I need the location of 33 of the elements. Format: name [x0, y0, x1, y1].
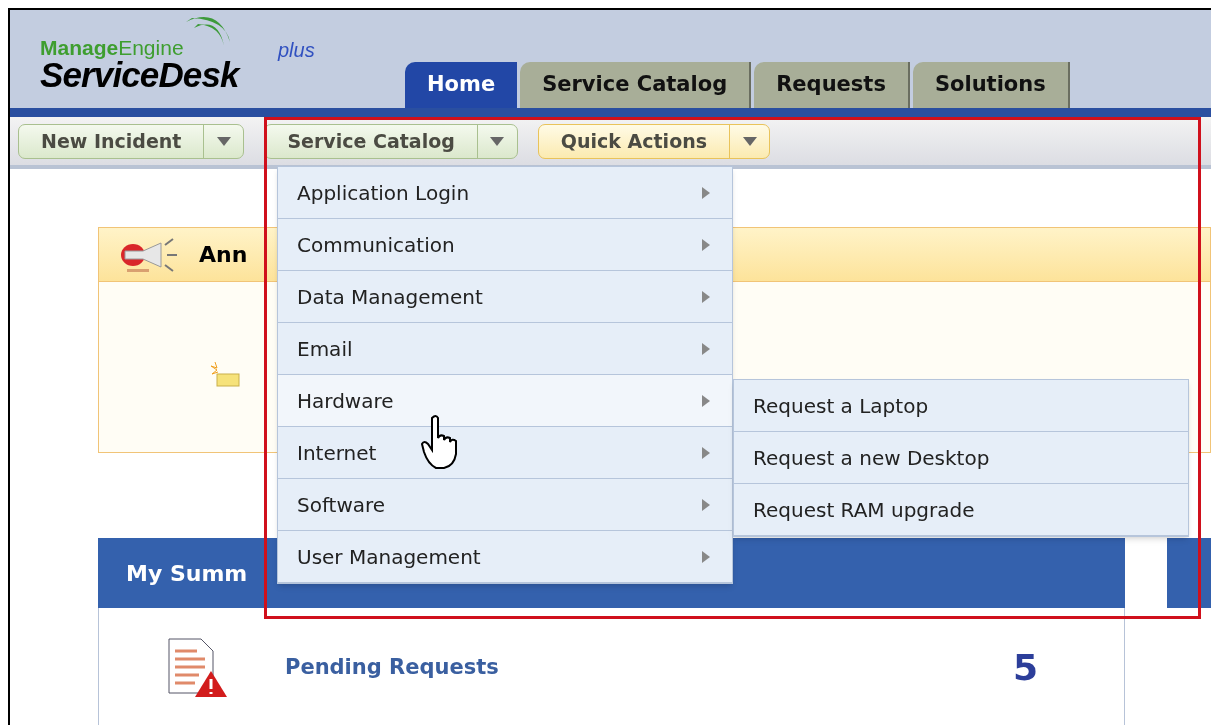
caret-icon: [490, 136, 505, 146]
menu-item[interactable]: Request RAM upgrade: [734, 484, 1188, 537]
brand-name: ManageEngine: [40, 37, 184, 58]
menu-item[interactable]: Request a Laptop: [734, 380, 1188, 433]
panel-header: [1167, 538, 1211, 608]
menu-item[interactable]: Communication: [278, 219, 732, 271]
submenu-arrow-icon: [702, 342, 710, 355]
submenu-arrow-icon: [702, 238, 710, 251]
nav-tab[interactable]: Requests: [754, 62, 910, 108]
nav-tab[interactable]: Service Catalog: [520, 62, 752, 108]
menu-item[interactable]: Software: [278, 479, 732, 531]
edition-label: plus: [278, 40, 315, 60]
submenu-arrow-icon: [702, 186, 710, 199]
panel-title: Ann: [199, 241, 248, 269]
submenu-arrow-icon: [702, 446, 710, 459]
caret-icon: [742, 136, 757, 146]
caret-icon: [216, 136, 231, 146]
submenu-arrow-icon: [702, 498, 710, 511]
submenu-arrow-icon: [702, 394, 710, 407]
nav-tab[interactable]: Solutions: [912, 62, 1070, 108]
menu-item[interactable]: Application Login: [278, 167, 732, 219]
count-value: 5: [1012, 646, 1038, 690]
menu-item[interactable]: Hardware: [278, 375, 732, 427]
menu-item[interactable]: Data Management: [278, 271, 732, 323]
submenu-arrow-icon: [702, 550, 710, 563]
submenu-arrow-icon: [702, 290, 710, 303]
panel-title: My Summ: [126, 559, 248, 588]
menu-item[interactable]: User Management: [278, 531, 732, 583]
menu-item[interactable]: Email: [278, 323, 732, 375]
summary-link[interactable]: Pending Requests: [285, 652, 499, 684]
menu-item[interactable]: Internet: [278, 427, 732, 479]
nav-tab[interactable]: Home: [405, 62, 518, 108]
menu-item[interactable]: Request a new Desktop: [734, 432, 1188, 485]
